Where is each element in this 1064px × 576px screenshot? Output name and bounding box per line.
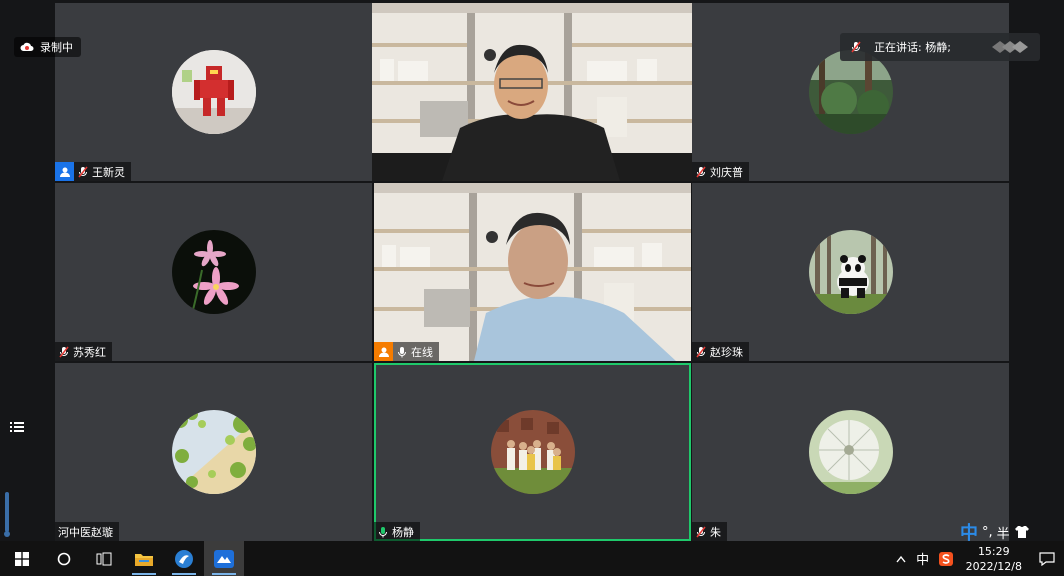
clock-time: 15:29 [977,544,1010,558]
participant-tile-zhao[interactable]: 赵珍珠 [692,183,1009,361]
task-view-button[interactable] [84,541,124,576]
ime-toolbar[interactable]: 中 °, 半 [960,522,1030,544]
meeting-app-icon [214,549,234,568]
windows-logo-icon [15,551,29,566]
mic-muted-icon [696,526,706,537]
browser-icon [175,549,193,568]
file-explorer-button[interactable] [124,541,164,576]
clock-date: 2022/12/8 [965,559,1022,573]
notification-icon [1039,551,1055,566]
participant-tile-yang-active-speaker[interactable]: 杨静 [374,363,691,541]
mic-muted-icon [59,346,69,357]
avatar [808,230,893,314]
mic-muted-icon [78,166,88,177]
folder-icon [135,553,153,566]
avatar [490,410,575,494]
participant-tile-wang[interactable]: 王新灵 [55,3,372,181]
participant-nameplate: 在线 [374,342,439,361]
user-icon [55,162,74,181]
participant-nameplate: 河中医赵璇 [55,522,119,541]
action-center-button[interactable] [1030,541,1064,576]
clock[interactable]: 15:29 2022/12/8 [958,544,1030,574]
participant-name: 河中医赵璇 [58,525,113,539]
speaking-indicator: 正在讲话: 杨静; [840,33,1040,61]
sogou-ime-button[interactable] [934,541,958,576]
avatar [808,50,893,134]
volume-meter [4,492,10,537]
recording-indicator[interactable]: 录制中 [14,37,81,57]
participant-name: 苏秀红 [73,345,106,359]
participant-list-button[interactable] [6,416,28,438]
audio-level-icon [992,41,1028,53]
mic-icon [398,346,406,357]
meeting-window: 王新灵 刘庆普 苏秀红 在线 赵珍珠 河中医赵璇 杨静 朱 录制中 正在讲话: … [0,0,1064,544]
video-feed [372,3,692,181]
start-button[interactable] [0,541,44,576]
search-circle-icon [57,552,71,565]
participant-tile-hezhongyi[interactable]: 河中医赵璇 [55,363,372,541]
participant-nameplate: 杨静 [374,522,420,541]
participant-tile-su[interactable]: 苏秀红 [55,183,372,361]
search-button[interactable] [44,541,84,576]
participant-name: 杨静 [392,525,414,539]
participant-nameplate: 赵珍珠 [692,342,749,361]
shirt-icon[interactable] [1014,525,1030,539]
avatar [171,50,256,134]
participant-nameplate: 刘庆普 [692,162,749,181]
show-hidden-icons-button[interactable] [890,541,912,576]
taskbar: 中 15:29 2022/12/8 [0,541,1064,576]
participant-name: 在线 [411,345,433,359]
sogou-s-icon [938,551,953,566]
participant-name: 刘庆普 [710,165,743,179]
meeting-app-button[interactable] [204,541,244,576]
video-feed [374,183,691,361]
browser-button[interactable] [164,541,204,576]
mic-muted-icon [696,346,706,357]
task-view-icon [96,552,112,565]
participant-tile-liu[interactable]: 刘庆普 [692,3,1009,181]
participant-name: 朱 [710,525,721,539]
speaking-label: 正在讲话: 杨静; [874,41,951,54]
tray-lang: 中 [916,553,930,568]
participant-tile-zhu[interactable]: 朱 [692,363,1009,541]
participant-tile-video-top[interactable] [372,3,692,181]
input-language-button[interactable]: 中 [912,541,934,576]
system-tray: 中 15:29 2022/12/8 [890,541,1064,576]
avatar [808,410,893,494]
avatar [171,230,256,314]
cloud-record-icon [20,42,34,51]
list-icon [10,422,24,432]
mic-muted-icon [696,166,706,177]
ime-width[interactable]: 半 [997,523,1010,542]
avatar [171,410,256,494]
participant-nameplate: 王新灵 [55,162,131,181]
participant-name: 赵珍珠 [710,345,743,359]
mic-muted-icon [851,41,861,53]
chevron-up-icon [896,555,906,562]
ime-punct[interactable]: °, [982,525,993,540]
participant-tile-video-main[interactable]: 在线 [374,183,691,361]
participant-name: 王新灵 [92,165,125,179]
participant-nameplate: 朱 [692,522,727,541]
mic-active-icon [379,526,387,537]
user-icon [374,342,393,361]
recording-label: 录制中 [40,41,73,54]
participant-nameplate: 苏秀红 [55,342,112,361]
